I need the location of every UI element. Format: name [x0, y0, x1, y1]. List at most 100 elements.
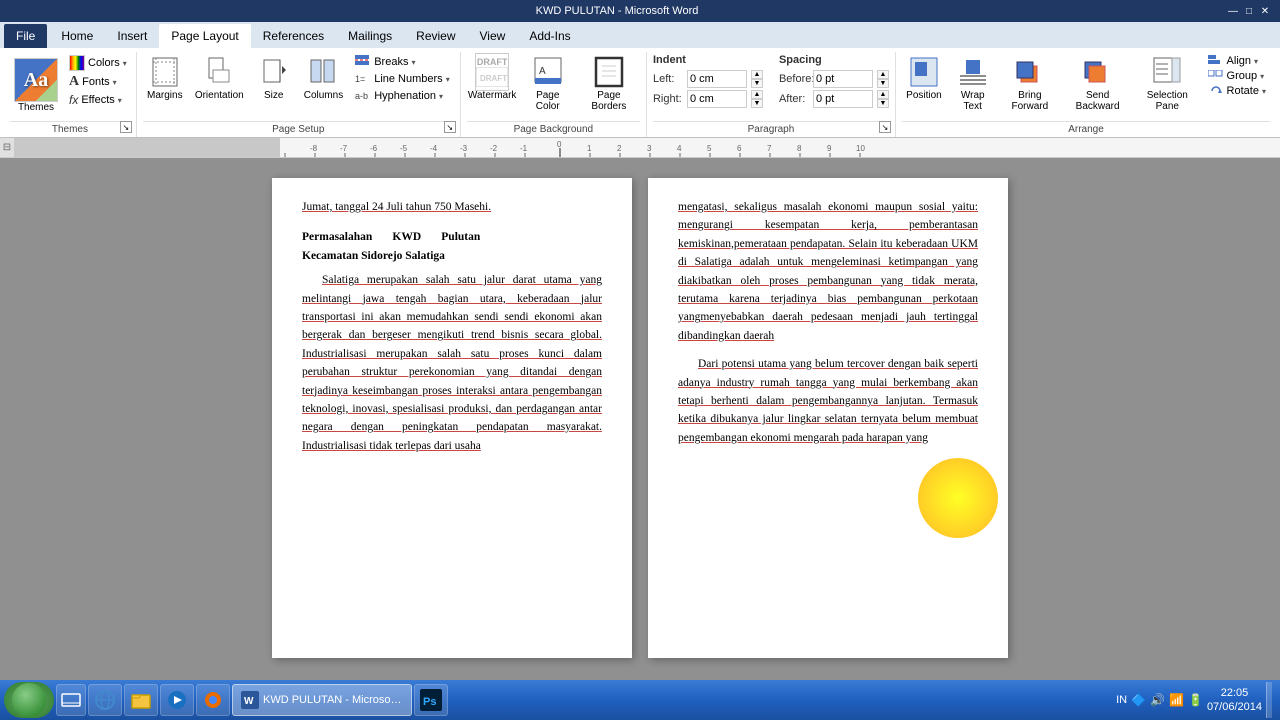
tab-insert[interactable]: Insert — [105, 24, 159, 48]
svg-text:2: 2 — [617, 144, 622, 153]
browser-button[interactable] — [88, 684, 122, 716]
size-button[interactable]: Size — [252, 54, 296, 103]
media-player-button[interactable] — [160, 684, 194, 716]
group-button[interactable]: Group ▾ — [1204, 69, 1270, 83]
explorer-button[interactable] — [124, 684, 158, 716]
word-app-button[interactable]: W KWD PULUTAN - Microsoft W... — [232, 684, 412, 716]
indent-right-up[interactable]: ▲ — [751, 90, 763, 99]
themes-button[interactable]: Aa Themes — [10, 54, 62, 117]
columns-button[interactable]: Columns — [300, 54, 347, 103]
spacing-before-input[interactable]: 0 pt — [813, 70, 873, 88]
spacing-after-down[interactable]: ▼ — [877, 99, 889, 108]
fonts-button[interactable]: A Fonts ▾ — [66, 73, 130, 91]
ps-button[interactable]: Ps — [414, 684, 448, 716]
align-button[interactable]: Align ▾ — [1204, 54, 1270, 68]
page-borders-label: Page Borders — [582, 90, 636, 112]
start-orb — [12, 683, 46, 717]
right-page-top-text: mengatasi, sekaligus masalah ekonomi mau… — [678, 198, 978, 345]
clock-date: 07/06/2014 — [1207, 700, 1262, 714]
volume-icon[interactable]: 🔊 — [1150, 693, 1165, 707]
ruler-left-control[interactable]: ⊟ — [0, 138, 14, 157]
svg-text:8: 8 — [797, 144, 802, 153]
minimize-button[interactable]: — — [1226, 4, 1240, 18]
svg-text:DRAFT: DRAFT — [480, 74, 507, 83]
breaks-button[interactable]: Breaks ▾ — [351, 54, 454, 70]
bring-forward-button[interactable]: Bring Forward — [999, 54, 1060, 114]
paragraph-expand-button[interactable]: ↘ — [879, 121, 891, 133]
indent-right-input[interactable]: 0 cm — [687, 90, 747, 108]
browser-icon — [94, 689, 116, 711]
tab-page-layout[interactable]: Page Layout — [159, 24, 250, 48]
tab-view[interactable]: View — [468, 24, 518, 48]
tray-icons: 🔷 🔊 📶 🔋 — [1131, 693, 1203, 707]
align-icon — [1208, 55, 1224, 67]
indent-left-input[interactable]: 0 cm — [687, 70, 747, 88]
orientation-label: Orientation — [195, 90, 244, 101]
spacing-after-input[interactable]: 0 pt — [813, 90, 873, 108]
svg-text:-6: -6 — [370, 144, 378, 153]
spacing-before-down[interactable]: ▼ — [877, 79, 889, 88]
indent-right-down[interactable]: ▼ — [751, 99, 763, 108]
themes-group-label: Themes — [52, 124, 88, 135]
svg-text:3: 3 — [647, 144, 652, 153]
wrap-text-button[interactable]: Wrap Text — [950, 54, 996, 114]
svg-text:-5: -5 — [400, 144, 408, 153]
colors-button[interactable]: Colors ▾ — [66, 54, 130, 72]
send-backward-button[interactable]: Send Backward — [1064, 54, 1131, 114]
arrange-group: Position Wrap Text — [896, 52, 1276, 137]
spacing-after-up[interactable]: ▲ — [877, 90, 889, 99]
svg-text:1: 1 — [587, 144, 592, 153]
page-borders-button[interactable]: Page Borders — [578, 54, 640, 114]
position-button[interactable]: Position — [902, 54, 946, 103]
close-button[interactable]: ✕ — [1258, 4, 1272, 18]
svg-text:-4: -4 — [430, 144, 438, 153]
left-page-top-text: Jumat, tanggal 24 Juli tahun 750 Masehi. — [302, 198, 602, 216]
themes-group: Aa Themes Colors ▾ A Fonts ▾ fx Effects — [4, 52, 137, 137]
tab-review[interactable]: Review — [404, 24, 467, 48]
ruler-svg: -8 -7 -6 -5 -4 -3 -2 -1 0 1 2 — [280, 138, 1040, 157]
left-page: Jumat, tanggal 24 Juli tahun 750 Masehi.… — [272, 178, 632, 658]
tab-mailings[interactable]: Mailings — [336, 24, 404, 48]
indent-left-up[interactable]: ▲ — [751, 70, 763, 79]
after-label: After: — [779, 93, 809, 105]
tab-add-ins[interactable]: Add-Ins — [517, 24, 582, 48]
tab-home[interactable]: Home — [49, 24, 105, 48]
word-icon: W — [241, 691, 259, 709]
orientation-button[interactable]: Orientation — [191, 54, 248, 103]
columns-icon — [307, 56, 339, 88]
page-setup-expand-button[interactable]: ↘ — [444, 121, 456, 133]
svg-text:6: 6 — [737, 144, 742, 153]
breaks-icon — [355, 55, 371, 69]
svg-text:1=: 1= — [355, 74, 365, 84]
network-icon[interactable]: 📶 — [1169, 693, 1184, 707]
ruler: ⊟ -8 -7 -6 -5 -4 -3 -2 — [0, 138, 1280, 158]
title-bar: KWD PULUTAN - Microsoft Word — □ ✕ — [0, 0, 1280, 22]
align-dropdown-arrow: ▾ — [1254, 57, 1258, 66]
tab-references[interactable]: References — [251, 24, 336, 48]
page-color-button[interactable]: A Page Color — [522, 54, 574, 114]
show-desktop-button[interactable] — [56, 684, 86, 716]
start-button[interactable] — [4, 682, 54, 718]
rotate-button[interactable]: Rotate ▾ — [1204, 84, 1270, 98]
tab-file[interactable]: File — [4, 24, 47, 48]
rotate-dropdown-arrow: ▾ — [1262, 87, 1266, 96]
maximize-button[interactable]: □ — [1242, 4, 1256, 18]
line-numbers-button[interactable]: 1= Line Numbers ▾ — [351, 71, 454, 87]
indent-left-down[interactable]: ▼ — [751, 79, 763, 88]
effects-dropdown-arrow: ▾ — [118, 96, 122, 105]
colors-dropdown-arrow: ▾ — [123, 59, 127, 68]
time-display[interactable]: 22:05 07/06/2014 — [1207, 686, 1262, 715]
margins-button[interactable]: Margins — [143, 54, 187, 103]
watermark-button[interactable]: DRAFT DRAFT Watermark — [467, 54, 518, 103]
themes-expand-button[interactable]: ↘ — [120, 121, 132, 133]
selection-pane-button[interactable]: Selection Pane — [1135, 54, 1200, 114]
doc-container: Jumat, tanggal 24 Juli tahun 750 Masehi.… — [272, 178, 1008, 674]
rotate-icon — [1208, 85, 1224, 97]
show-desktop-strip[interactable] — [1266, 682, 1272, 718]
spacing-before-up[interactable]: ▲ — [877, 70, 889, 79]
firefox-button[interactable] — [196, 684, 230, 716]
hyphenation-button[interactable]: a-b Hyphenation ▾ — [351, 88, 454, 104]
indent-spacing-area: Indent Left: 0 cm ▲ ▼ Right: — [653, 54, 889, 108]
effects-button[interactable]: fx Effects ▾ — [66, 92, 130, 108]
watermark-icon: DRAFT DRAFT — [476, 56, 508, 88]
